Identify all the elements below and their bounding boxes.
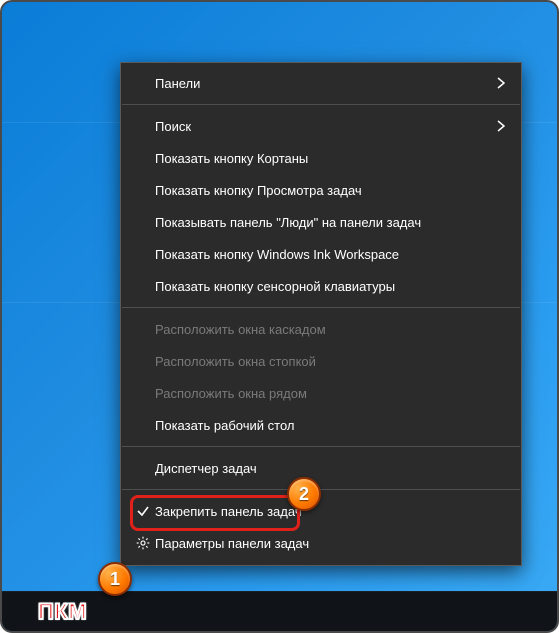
- menu-item-lock-taskbar[interactable]: Закрепить панель задач: [121, 495, 521, 527]
- menu-item-label: Поиск: [155, 119, 493, 134]
- menu-item-label: Показывать панель "Люди" на панели задач: [155, 215, 509, 230]
- menu-item-side-by-side-windows: Расположить окна рядом: [121, 377, 521, 409]
- menu-item-label: Параметры панели задач: [155, 536, 509, 551]
- menu-item-label: Расположить окна рядом: [155, 386, 509, 401]
- menu-item-label: Закрепить панель задач: [155, 504, 509, 519]
- menu-separator: [122, 307, 520, 308]
- screenshot-stage: Панели Поиск Показать кнопку Кортаны Пок…: [0, 0, 559, 633]
- menu-separator: [122, 446, 520, 447]
- menu-item-label: Показать кнопку Просмотра задач: [155, 183, 509, 198]
- menu-item-label: Панели: [155, 76, 493, 91]
- menu-item-label: Показать кнопку Кортаны: [155, 151, 509, 166]
- taskbar[interactable]: [2, 591, 557, 631]
- menu-item-panels[interactable]: Панели: [121, 67, 521, 99]
- menu-item-search[interactable]: Поиск: [121, 110, 521, 142]
- menu-item-task-manager[interactable]: Диспетчер задач: [121, 452, 521, 484]
- menu-item-label: Расположить окна стопкой: [155, 354, 509, 369]
- menu-item-label: Показать рабочий стол: [155, 418, 509, 433]
- callout-number: 1: [110, 569, 120, 590]
- menu-item-label: Показать кнопку Windows Ink Workspace: [155, 247, 509, 262]
- menu-item-label: Показать кнопку сенсорной клавиатуры: [155, 279, 509, 294]
- menu-separator: [122, 104, 520, 105]
- menu-separator: [122, 489, 520, 490]
- menu-item-touch-keyboard[interactable]: Показать кнопку сенсорной клавиатуры: [121, 270, 521, 302]
- chevron-right-icon: [493, 77, 509, 89]
- menu-item-show-desktop[interactable]: Показать рабочий стол: [121, 409, 521, 441]
- menu-item-ink-workspace[interactable]: Показать кнопку Windows Ink Workspace: [121, 238, 521, 270]
- menu-item-cascade-windows: Расположить окна каскадом: [121, 313, 521, 345]
- menu-item-cortana-button[interactable]: Показать кнопку Кортаны: [121, 142, 521, 174]
- menu-item-label: Расположить окна каскадом: [155, 322, 509, 337]
- gear-icon: [131, 536, 155, 550]
- menu-item-task-view-button[interactable]: Показать кнопку Просмотра задач: [121, 174, 521, 206]
- check-icon: [131, 504, 155, 518]
- taskbar-context-menu: Панели Поиск Показать кнопку Кортаны Пок…: [120, 62, 522, 566]
- menu-item-taskbar-settings[interactable]: Параметры панели задач: [121, 527, 521, 559]
- menu-item-people-panel[interactable]: Показывать панель "Люди" на панели задач: [121, 206, 521, 238]
- chevron-right-icon: [493, 120, 509, 132]
- menu-item-stack-windows: Расположить окна стопкой: [121, 345, 521, 377]
- menu-item-label: Диспетчер задач: [155, 461, 509, 476]
